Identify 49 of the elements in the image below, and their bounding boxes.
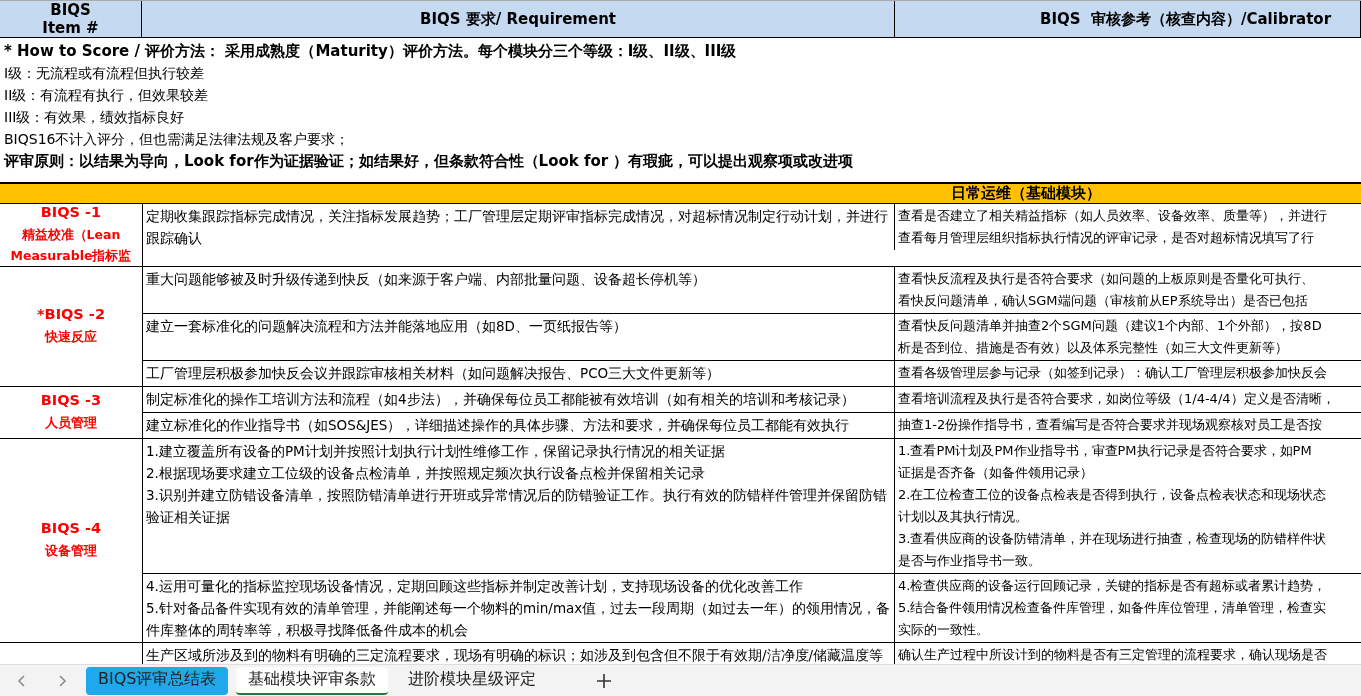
item-code: BIQS -3 <box>40 392 102 408</box>
calibrator-text: 实际的一致性。 <box>898 621 990 639</box>
calibrator-text: 查看是否建立了相关精益指标（如人员效率、设备效率、质量等），并进行 <box>898 207 1328 225</box>
item-code: BIQS -1 <box>40 204 102 220</box>
calibrator-text: 确认生产过程中所设计到的物料是否有三定管理的流程要求，确认现场是否 <box>898 646 1328 664</box>
item-name: 人员管理 <box>45 414 97 432</box>
calibrator-text: 析是否到位、措施是否有效）以及体系完整性（如三大文件更新等） <box>898 339 1289 357</box>
requirement-cell: 建立一套标准化的问题解决流程和方法并能落地应用（如8D、一页纸报告等） <box>143 314 895 360</box>
item-name: 快速反应 <box>45 328 97 346</box>
calibrator-text: 查看快反问题清单并抽查2个SGM问题（建议1个内部、1个外部），按8D <box>898 317 1323 335</box>
scoring-note: * How to Score / 评价方法： 采用成熟度（Maturity）评价方法。每个模块分三个等级：I级、II级、III级 <box>4 41 738 62</box>
requirement-cell: 制定标准化的操作工培训方法和流程（如4步法），并确保每位员工都能被有效培训（如有相关的培训和考核记录） <box>143 387 895 412</box>
calibrator-text: 1.查看PM计划及PM作业指导书，审查PM执行记录是否符合要求，如PM <box>898 442 1313 460</box>
item-code: *BIQS -2 <box>37 306 105 322</box>
calibrator-text: 看快反问题清单，确认SGM端问题（审核前从EP系统导出）是否已包括 <box>898 292 1309 310</box>
scoring-note: 评审原则：以结果为导向，Look for作为证据验证；如结果好，但条款符合性（Look for ）有瑕疵，可以提出观察项或改进项 <box>4 151 855 172</box>
calibrator-text: 2.在工位检查工位的设备点检表是否得到执行，设备点检表状态和现场状态 <box>898 486 1328 504</box>
sheet-tab[interactable]: BIQS评审总结表 <box>86 666 229 695</box>
column-header: BIQS 审核参考（核查内容）/Calibrator <box>895 1 1361 37</box>
requirement-cell: 4.运用可量化的指标监控现场设备情况，定期回顾这些指标并制定改善计划，支持现场设备的优化改善工作 5.针对备品备件实现有效的清单管理，并能阐述每一个物料的min/max值，过去一段周期（如过去一年）的领用情况，备件库整体的周转率等，积极寻找降低备件成本的机会 <box>143 574 895 642</box>
requirement-cell: 定期收集跟踪指标完成情况，关注指标发展趋势；工厂管理层定期评审指标完成情况，对超标情况制定行动计划，并进行跟踪确认 <box>143 204 895 250</box>
scoring-note: III级：有效果，绩效指标良好 <box>4 108 186 127</box>
column-header: BIQS 要求/ Requirement <box>142 1 895 37</box>
section-header: 日常运维（基础模块） <box>0 183 1361 204</box>
calibrator-text: 查看快反流程及执行是否符合要求（如问题的上板原则是否量化可执行、 <box>898 270 1315 288</box>
calibrator-text: 查看每月管理层组织指标执行情况的评审记录，是否对超标情况填写了行 <box>898 229 1315 247</box>
calibrator-text: 是否与作业指导书一致。 <box>898 552 1042 570</box>
requirement-cell: 工厂管理层积极参加快反会议并跟踪审核相关材料（如问题解决报告、PCO三大文件更新等） <box>143 361 895 386</box>
calibrator-text: 抽查1-2份操作指导书，查看编写是否符合要求并现场观察核对员工是否按 <box>898 416 1324 434</box>
sheet-tab[interactable]: 基础模块评审条款 <box>236 666 389 695</box>
calibrator-text: 5.结合备件领用情况检查备件库管理，如备件库位管理，清单管理，检查实 <box>898 599 1328 617</box>
requirement-cell: 建立标准化的作业指导书（如SOS&JES），详细描述操作的具体步骤、方法和要求，并确保每位员工都能有效执行 <box>143 413 895 438</box>
add-icon[interactable] <box>596 672 613 689</box>
calibrator-text: 3.查看供应商的设备防错清单，并在现场进行抽查，检查现场的防错样件状 <box>898 530 1328 548</box>
item-name: 精益校准（Lean Measurable指标监 <box>10 226 132 265</box>
requirement-cell: 1.建立覆盖所有设备的PM计划并按照计划执行计划性维修工作，保留记录执行情况的相关证据 2.根据现场要求建立工位级的设备点检清单，并按照规定频次执行设备点检并保留相关记录 3.识别并建立防错设备清单，按照防错清单进行开班或异常情况后的防错验证工作。执行有效的防错样件管理并保留防错验证相关证据 <box>143 439 895 573</box>
calibrator-text: 计划以及其执行情况。 <box>898 508 1029 526</box>
calibrator-text: 查看培训流程及执行是否符合要求，如岗位等级（1/4-4/4）定义是否清晰， <box>898 390 1336 408</box>
item-name: 设备管理 <box>45 542 97 560</box>
calibrator-text: 4.检查供应商的设备运行回顾记录，关键的指标是否有超标或者累计趋势， <box>898 577 1328 595</box>
sheet-tab[interactable]: 进阶模块星级评定 <box>396 666 549 695</box>
scoring-note: BIQS16不计入评分，但也需满足法律法规及客户要求； <box>4 130 351 149</box>
scoring-note: II级：有流程有执行，但效果较差 <box>4 86 210 105</box>
calibrator-text: 查看各级管理层参与记录（如签到记录）：确认工厂管理层积极参加快反会 <box>898 364 1328 382</box>
scoring-note: I级：无流程或有流程但执行较差 <box>4 64 206 83</box>
requirement-cell: 重大问题能够被及时升级传递到快反（如来源于客户端、内部批量问题、设备超长停机等） <box>143 267 895 313</box>
column-header: BIQS Item # <box>0 1 142 37</box>
calibrator-text: 证据是否齐备（如备件领用记录） <box>898 464 1094 482</box>
item-code: BIQS -4 <box>40 520 102 536</box>
